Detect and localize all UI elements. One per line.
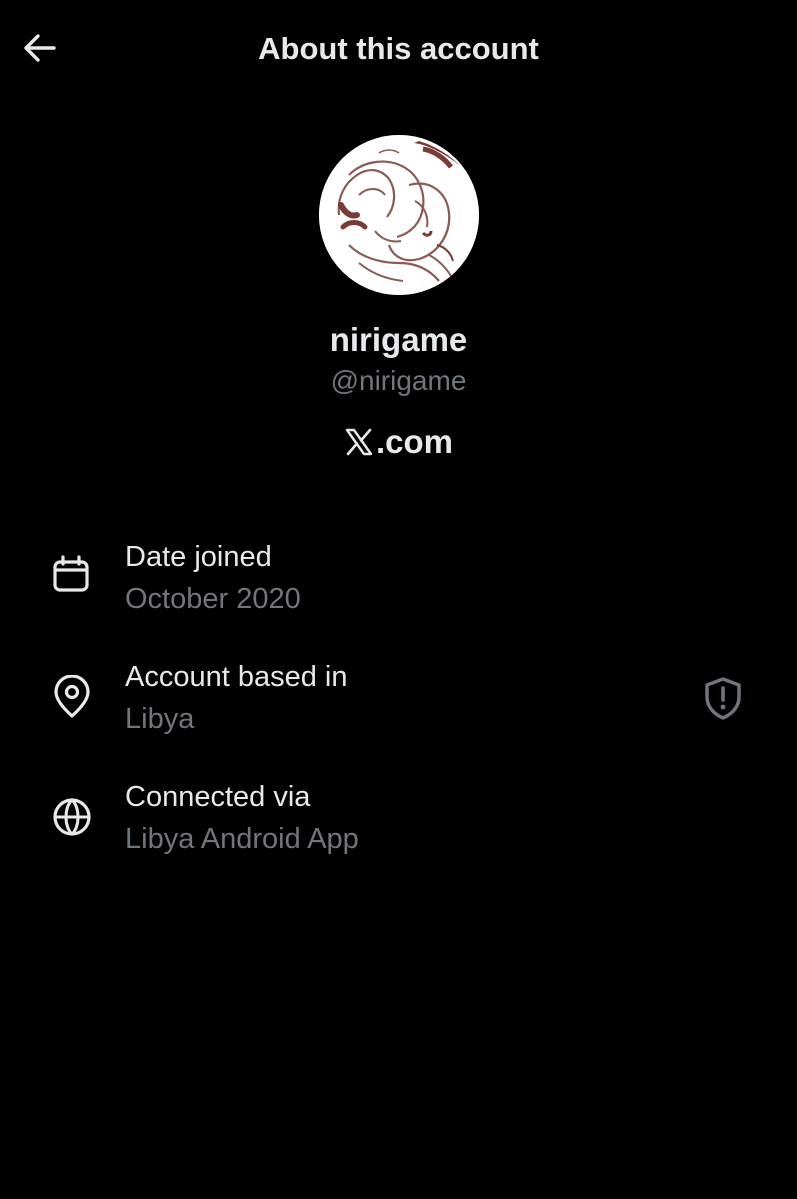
avatar[interactable] (318, 135, 479, 295)
location-pin-icon (54, 675, 90, 718)
x-logo-icon (345, 428, 373, 456)
platform-domain: .com (0, 421, 797, 463)
detail-row-date-joined: Date joined October 2020 (0, 537, 797, 637)
detail-label: Connected via (125, 781, 311, 813)
detail-value: Libya (125, 703, 195, 735)
profile-section: nirigame @nirigame .com (0, 135, 797, 463)
detail-label: Account based in (125, 661, 348, 693)
avatar-artwork (318, 135, 479, 295)
detail-label: Date joined (125, 541, 272, 573)
account-handle: @nirigame (330, 365, 467, 396)
globe-icon (53, 798, 91, 836)
shield-alert-icon[interactable] (700, 675, 746, 721)
header-bar: About this account (0, 0, 797, 100)
display-name: nirigame (329, 321, 468, 358)
calendar-icon (53, 555, 89, 592)
platform-domain-suffix: .com (375, 423, 454, 460)
detail-row-account-based-in: Account based in Libya (0, 657, 797, 757)
detail-value: October 2020 (125, 583, 301, 615)
detail-value: Libya Android App (125, 823, 359, 855)
page-title: About this account (258, 31, 539, 66)
detail-row-connected-via: Connected via Libya Android App (0, 777, 797, 877)
